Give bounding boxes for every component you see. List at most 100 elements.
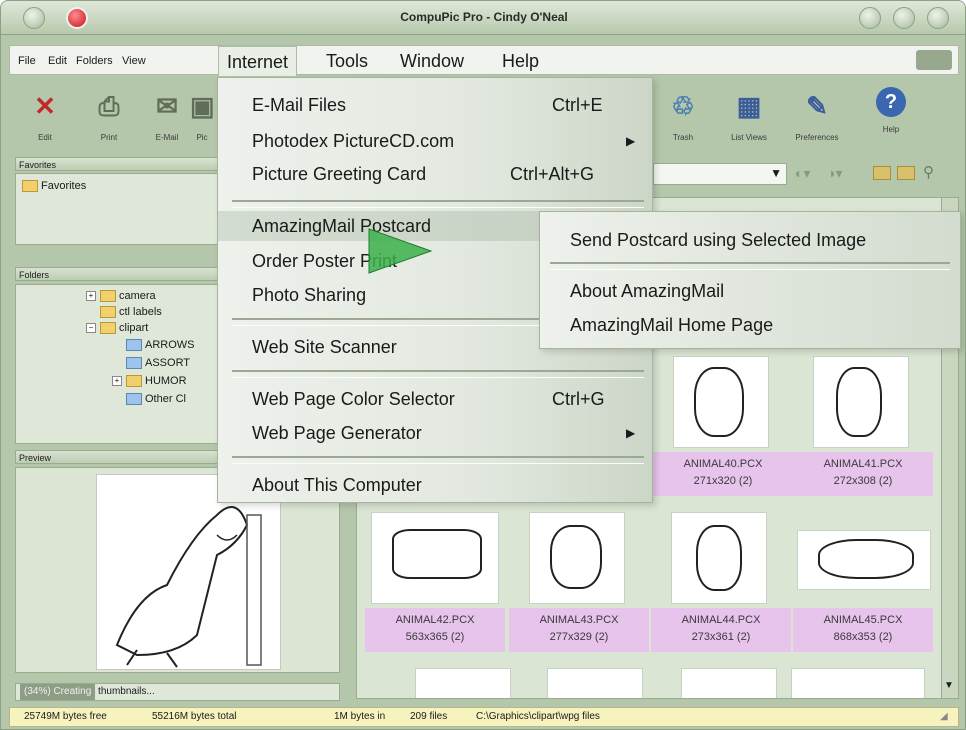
thumbnail-item[interactable] — [395, 668, 535, 698]
pic-button[interactable]: ▣ Pic — [187, 81, 217, 153]
thumbnail-image — [673, 356, 769, 448]
title-bar[interactable]: CompuPic Pro - Cindy O'Neal — [1, 1, 965, 35]
tree-item-arrows[interactable]: ARROWS — [126, 337, 195, 353]
folder-icon — [126, 393, 142, 406]
thumbnail-item[interactable] — [527, 668, 667, 698]
thumbnail-image — [813, 356, 909, 448]
menu-item-about-computer[interactable]: About This Computer — [218, 470, 652, 500]
scroll-down-icon[interactable]: ▼ — [944, 680, 954, 691]
status-bytes-in: 1M bytes in — [334, 711, 386, 722]
favorites-item[interactable]: Favorites — [22, 178, 86, 194]
menu-edit[interactable]: Edit — [44, 46, 71, 76]
thumbnail-image — [681, 668, 777, 698]
thumbnail-image — [415, 668, 511, 698]
path-combo[interactable]: ▼ — [653, 163, 787, 185]
expand-icon[interactable]: + — [86, 291, 96, 302]
preview-image — [96, 474, 281, 670]
collapse-icon[interactable]: − — [86, 323, 96, 334]
minimize-icon[interactable] — [859, 7, 881, 29]
status-total-space: 55216M bytes total — [152, 711, 237, 722]
close-icon[interactable] — [927, 7, 949, 29]
trash-icon: ♲ — [671, 91, 695, 121]
thumbnail-image — [529, 512, 625, 604]
app-window: CompuPic Pro - Cindy O'Neal File Edit Fo… — [0, 0, 966, 730]
submenu-arrow-icon: ▶ — [626, 426, 636, 440]
menu-separator — [232, 200, 644, 208]
menu-item-color-selector[interactable]: Web Page Color Selector Ctrl+G — [218, 384, 652, 414]
menu-item-photodex[interactable]: Photodex PictureCD.com ▶ — [218, 126, 652, 156]
thumbnail-item[interactable]: ANIMAL43.PCX 277x329 (2) — [509, 512, 649, 658]
menu-item-greeting-card[interactable]: Picture Greeting Card Ctrl+Alt+G — [218, 159, 652, 189]
submenu-send-postcard[interactable]: Send Postcard using Selected Image — [570, 225, 866, 255]
email-icon: ✉ — [156, 91, 178, 121]
nav-buttons: ◐▾ ◑▾ ⚲ — [793, 163, 959, 185]
search-icon[interactable]: ⚲ — [923, 163, 934, 181]
trash-button[interactable]: ♲ Trash — [653, 81, 713, 153]
list-views-icon: ▦ — [736, 91, 762, 121]
status-path: C:\Graphics\clipart\wpg files — [476, 711, 600, 722]
menu-separator — [550, 262, 950, 270]
menu-item-email-files[interactable]: E-Mail Files Ctrl+E — [218, 90, 652, 120]
thumbnail-item[interactable] — [787, 668, 927, 698]
preferences-icon: ✎ — [806, 91, 828, 121]
thumbnail-item[interactable]: ANIMAL40.PCX 271x320 (2) — [653, 356, 793, 502]
expand-icon[interactable]: + — [112, 376, 122, 387]
tree-item-ctl-labels[interactable]: ctl labels — [100, 304, 162, 320]
window-title: CompuPic Pro - Cindy O'Neal — [400, 10, 568, 24]
tree-item-clipart[interactable]: − clipart — [86, 320, 148, 336]
preview-sketch — [115, 506, 262, 668]
tree-item-assort[interactable]: ASSORT — [126, 355, 190, 371]
folder-up-icon[interactable] — [873, 166, 891, 180]
submenu-amazingmail-home[interactable]: AmazingMail Home Page — [570, 310, 773, 340]
menu-file[interactable]: File — [14, 46, 40, 76]
maximize-icon[interactable] — [893, 7, 915, 29]
menu-item-page-generator[interactable]: Web Page Generator ▶ — [218, 418, 652, 448]
menu-folders[interactable]: Folders — [72, 46, 117, 76]
thumbnail-item[interactable]: ANIMAL44.PCX 273x361 (2) — [651, 512, 791, 658]
submenu-about-amazingmail[interactable]: About AmazingMail — [570, 276, 724, 306]
preferences-button[interactable]: ✎ Preferences — [787, 81, 847, 153]
folder-icon — [126, 375, 142, 388]
favorites-folder-icon — [22, 180, 38, 193]
thumbnail-caption: ANIMAL40.PCX 271x320 (2) — [653, 452, 793, 496]
thumbnail-caption: ANIMAL45.PCX 868x353 (2) — [793, 608, 933, 652]
resize-grip-icon[interactable]: ◢ — [940, 708, 948, 726]
new-folder-icon[interactable] — [897, 166, 915, 180]
help-button[interactable]: ? Help — [861, 81, 921, 153]
tree-item-humor[interactable]: + HUMOR — [112, 373, 187, 389]
back-icon[interactable]: ◐▾ — [795, 165, 810, 182]
picture-icon: ▣ — [190, 91, 215, 121]
amazingmail-submenu: Send Postcard using Selected Image About… — [539, 211, 961, 349]
forward-icon[interactable]: ◑▾ — [827, 165, 842, 182]
thumbnail-item[interactable] — [661, 668, 801, 698]
thumbnail-caption: ANIMAL44.PCX 273x361 (2) — [651, 608, 791, 652]
menu-help[interactable]: Help — [498, 46, 543, 76]
thumbnail-item[interactable]: ANIMAL41.PCX 272x308 (2) — [793, 356, 933, 502]
menu-view[interactable]: View — [118, 46, 150, 76]
thumbnail-image — [791, 668, 925, 698]
menu-tools[interactable]: Tools — [322, 46, 372, 76]
thumbnail-caption: ANIMAL41.PCX 272x308 (2) — [793, 452, 933, 496]
progress-indicator: (34%) Creating thumbnails... — [15, 683, 340, 701]
status-free-space: 25749M bytes free — [24, 711, 107, 722]
tree-item-camera[interactable]: + camera — [86, 288, 156, 304]
thumbnail-caption: ANIMAL42.PCX 563x365 (2) — [365, 608, 505, 652]
list-views-button[interactable]: ▦ List Views — [719, 81, 779, 153]
mouse-cursor-icon — [368, 228, 433, 274]
thumbnail-item[interactable]: ANIMAL45.PCX 868x353 (2) — [793, 512, 933, 658]
menu-internet[interactable]: Internet — [218, 46, 298, 76]
tree-item-other[interactable]: Other Cl — [126, 391, 186, 407]
thumbnail-image — [547, 668, 643, 698]
print-button[interactable]: ⎙ Print — [79, 81, 139, 153]
help-icon: ? — [876, 87, 906, 117]
edit-button[interactable]: ✕ Edit — [15, 81, 75, 153]
menu-window[interactable]: Window — [396, 46, 468, 76]
folder-open-icon — [100, 322, 116, 335]
status-bar: 25749M bytes free 55216M bytes total 1M … — [9, 707, 959, 727]
thumbnail-image — [797, 530, 931, 590]
menu-separator — [232, 456, 644, 464]
thumbnail-item[interactable]: ANIMAL42.PCX 563x365 (2) — [365, 512, 505, 658]
chevron-down-icon[interactable]: ▼ — [770, 166, 782, 180]
submenu-arrow-icon: ▶ — [626, 134, 636, 148]
app-brand-icon — [916, 50, 952, 70]
